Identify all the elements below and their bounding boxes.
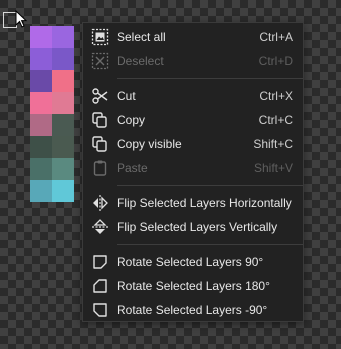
palette-row (30, 158, 74, 180)
menu-item-flip-vertical[interactable]: Flip Selected Layers Vertically (83, 215, 303, 239)
menu-item-flip-horizontal[interactable]: Flip Selected Layers Horizontally (83, 191, 303, 215)
color-swatch[interactable] (30, 26, 52, 48)
deselect-icon (83, 49, 117, 73)
menu-item-paste[interactable]: Paste Shift+V (83, 156, 303, 180)
palette-row (30, 48, 74, 70)
clipboard-icon (83, 156, 117, 180)
menu-item-rotate-180[interactable]: Rotate Selected Layers 180° (83, 274, 303, 298)
menu-item-copy-visible[interactable]: Copy visible Shift+C (83, 132, 303, 156)
rotate-180-label: Rotate Selected Layers 180° (117, 279, 270, 293)
cut-shortcut: Ctrl+X (259, 89, 293, 103)
flip-vertical-icon (83, 215, 117, 239)
select-all-icon (83, 25, 117, 49)
palette-row (30, 70, 74, 92)
rotate-minus-90-label: Rotate Selected Layers -90° (117, 303, 268, 317)
color-swatch[interactable] (52, 158, 74, 180)
color-swatch[interactable] (30, 70, 52, 92)
copy-shortcut: Ctrl+C (258, 113, 293, 127)
mouse-pointer-icon (15, 10, 28, 28)
deselect-shortcut: Ctrl+D (258, 54, 293, 68)
color-swatch[interactable] (52, 26, 74, 48)
cut-label: Cut (117, 89, 136, 103)
color-swatch[interactable] (30, 92, 52, 114)
palette-row (30, 26, 74, 48)
palette-row (30, 136, 74, 158)
copy-icon (83, 108, 117, 132)
menu-item-copy[interactable]: Copy Ctrl+C (83, 108, 303, 132)
copy-visible-shortcut: Shift+C (253, 137, 293, 151)
flip-horizontal-label: Flip Selected Layers Horizontally (117, 196, 292, 210)
paste-label: Paste (117, 161, 148, 175)
color-swatch[interactable] (30, 180, 52, 202)
color-swatch[interactable] (52, 48, 74, 70)
palette-row (30, 180, 74, 202)
context-menu: Select all Ctrl+A Deselect Ctrl+D Cut Ct… (82, 22, 304, 322)
menu-item-select-all[interactable]: Select all Ctrl+A (83, 25, 303, 49)
menu-item-rotate-minus-90[interactable]: Rotate Selected Layers -90° (83, 298, 303, 322)
color-swatch[interactable] (30, 158, 52, 180)
select-all-label: Select all (117, 30, 166, 44)
flip-vertical-label: Flip Selected Layers Vertically (117, 220, 278, 234)
menu-separator (117, 185, 303, 186)
color-palette (30, 26, 74, 202)
copy-visible-icon (83, 132, 117, 156)
deselect-label: Deselect (117, 54, 164, 68)
menu-item-rotate-90[interactable]: Rotate Selected Layers 90° (83, 250, 303, 274)
scissors-icon (83, 84, 117, 108)
rotate-180-icon (83, 274, 117, 298)
menu-separator (117, 78, 303, 79)
menu-item-cut[interactable]: Cut Ctrl+X (83, 84, 303, 108)
copy-visible-label: Copy visible (117, 137, 182, 151)
palette-row (30, 92, 74, 114)
menu-separator (117, 244, 303, 245)
color-swatch[interactable] (52, 92, 74, 114)
rotate-minus-90-icon (83, 298, 117, 322)
color-swatch[interactable] (30, 114, 52, 136)
color-swatch[interactable] (52, 114, 74, 136)
rotate-90-icon (83, 250, 117, 274)
color-swatch[interactable] (30, 48, 52, 70)
color-swatch[interactable] (52, 70, 74, 92)
palette-row (30, 114, 74, 136)
color-swatch[interactable] (52, 180, 74, 202)
menu-item-deselect[interactable]: Deselect Ctrl+D (83, 49, 303, 73)
flip-horizontal-icon (83, 191, 117, 215)
color-swatch[interactable] (52, 136, 74, 158)
color-swatch[interactable] (30, 136, 52, 158)
paste-shortcut: Shift+V (253, 161, 293, 175)
select-all-shortcut: Ctrl+A (259, 30, 293, 44)
rotate-90-label: Rotate Selected Layers 90° (117, 255, 264, 269)
copy-label: Copy (117, 113, 146, 127)
